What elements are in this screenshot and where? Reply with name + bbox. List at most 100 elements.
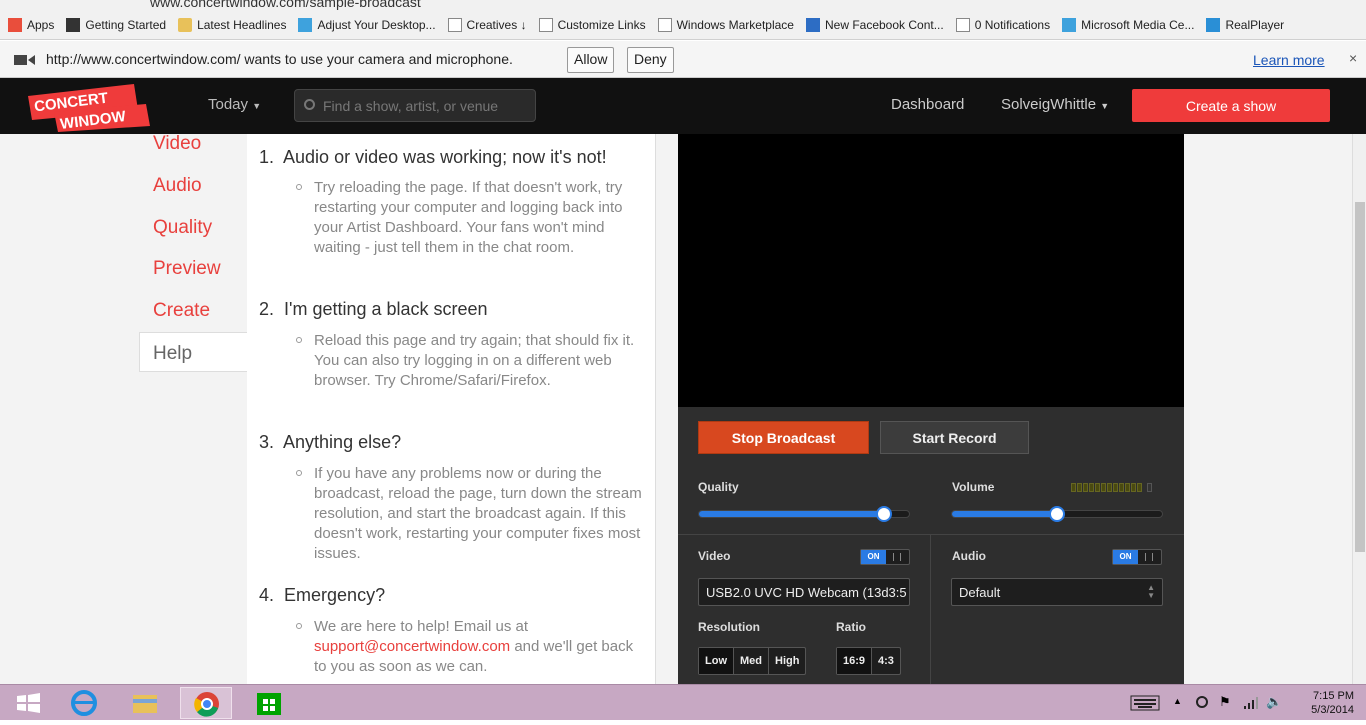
volume-slider-handle[interactable] <box>1049 506 1065 522</box>
sidebar-item-help[interactable]: Help <box>139 332 249 372</box>
create-show-button[interactable]: Create a show <box>1132 89 1330 122</box>
quality-slider-handle[interactable] <box>876 506 892 522</box>
windows-store-icon[interactable] <box>243 687 295 719</box>
help-item-1-body: Try reloading the page. If that doesn't … <box>314 179 623 256</box>
volume-level-meter <box>1071 483 1152 492</box>
audio-source-value: Default <box>959 585 1001 600</box>
windows-logo-icon <box>17 693 40 713</box>
file-explorer-icon[interactable] <box>119 687 171 719</box>
audio-source-select[interactable]: Default ▲ ▼ <box>951 578 1163 606</box>
network-signal-icon[interactable] <box>1243 696 1259 710</box>
resolution-segmented-control: Low Med High <box>698 647 807 675</box>
system-clock[interactable]: 7:15 PM 5/3/2014 <box>1298 689 1354 717</box>
volume-slider[interactable] <box>951 506 1163 522</box>
start-record-button[interactable]: Start Record <box>880 421 1029 454</box>
url-text[interactable]: www.concertwindow.com/sample-broadcast <box>150 0 421 10</box>
user-menu[interactable]: SolveigWhittle ▼ <box>1001 96 1109 113</box>
volume-label: Volume <box>952 480 995 494</box>
internet-explorer-icon[interactable] <box>58 687 110 719</box>
allow-button[interactable]: Allow <box>567 47 615 73</box>
bookmark-item[interactable]: Customize Links <box>538 17 646 32</box>
quality-label: Quality <box>698 480 739 494</box>
video-source-select[interactable]: USB2.0 UVC HD Webcam (13d3:5 <box>698 578 910 606</box>
sidebar-item-quality[interactable]: Quality <box>153 217 212 239</box>
meter-segment <box>1119 483 1124 492</box>
meter-segment <box>1077 483 1082 492</box>
bookmark-item[interactable]: Apps <box>8 17 54 32</box>
bookmark-label: Customize Links <box>557 17 646 32</box>
page-scrollbar[interactable] <box>1352 134 1366 684</box>
bookmark-label: RealPlayer <box>1225 17 1285 32</box>
support-email-link[interactable]: support@concertwindow.com <box>314 638 510 655</box>
sidebar-item-preview[interactable]: Preview <box>153 258 221 280</box>
page-icon <box>447 17 462 32</box>
ratio-segmented-control: 16:9 4:3 <box>836 647 901 675</box>
search-placeholder: Find a show, artist, or venue <box>323 98 499 114</box>
folder-icon <box>178 17 193 32</box>
volume-speaker-icon[interactable]: 🔈 <box>1266 694 1282 710</box>
bookmark-item[interactable]: 0 Notifications <box>955 17 1050 32</box>
address-bar[interactable]: www.concertwindow.com/sample-broadcast <box>0 0 1366 10</box>
help-item-1-title: 1. Audio or video was working; now it's … <box>259 147 607 167</box>
close-icon[interactable]: × <box>1349 50 1357 66</box>
bookmark-item[interactable]: Windows Marketplace <box>657 17 794 32</box>
sidebar-item-video[interactable]: Video <box>153 134 201 155</box>
sidebar-item-audio[interactable]: Audio <box>153 175 202 197</box>
camera-icon <box>14 55 35 65</box>
resolution-low-button[interactable]: Low <box>699 648 734 674</box>
resolution-high-button[interactable]: High <box>769 648 805 674</box>
keyboard-icon[interactable] <box>1130 695 1160 711</box>
sidebar-item-create[interactable]: Create <box>153 300 210 322</box>
bookmark-item[interactable]: Adjust Your Desktop... <box>298 17 436 32</box>
ratio-4-3-button[interactable]: 4:3 <box>872 648 900 674</box>
tray-app-icon[interactable] <box>1196 696 1208 708</box>
audio-toggle-on: ON <box>1113 550 1138 564</box>
page-icon <box>538 17 553 32</box>
broadcast-panel: Stop Broadcast Start Record Quality Volu… <box>678 134 1184 684</box>
show-hidden-icons-icon[interactable]: ▲ <box>1173 696 1182 706</box>
video-toggle[interactable]: ON <box>860 549 910 565</box>
resolution-med-button[interactable]: Med <box>734 648 769 674</box>
search-icon <box>304 99 315 110</box>
action-center-flag-icon[interactable]: ⚑ <box>1219 694 1231 710</box>
bookmark-item[interactable]: Getting Started <box>66 17 166 32</box>
bookmark-item[interactable]: Creatives ↓ <box>447 17 527 32</box>
help-item-3-title: 3. Anything else? <box>259 432 402 452</box>
scrollbar-thumb[interactable] <box>1355 202 1365 552</box>
sidebar-item-help-label: Help <box>153 343 193 364</box>
help-item-4-title: 4. Emergency? <box>259 585 386 605</box>
magnifier-icon <box>805 17 820 32</box>
ratio-16-9-button[interactable]: 16:9 <box>837 648 873 674</box>
audio-toggle[interactable]: ON <box>1112 549 1162 565</box>
today-label: Today <box>208 96 249 113</box>
meter-segment <box>1147 483 1152 492</box>
bullet-icon <box>296 623 302 629</box>
today-dropdown[interactable]: Today ▼ <box>208 96 261 113</box>
bookmark-label: Latest Headlines <box>197 17 287 32</box>
bullet-icon <box>296 184 302 190</box>
stop-broadcast-button[interactable]: Stop Broadcast <box>698 421 869 454</box>
help-article: 1. Audio or video was working; now it's … <box>247 134 656 684</box>
m-logo-icon <box>66 17 81 32</box>
quality-slider[interactable] <box>698 506 910 522</box>
deny-button[interactable]: Deny <box>627 47 674 73</box>
help-item-2-body: Reload this page and try again; that sho… <box>314 332 635 389</box>
bookmark-item[interactable]: Latest Headlines <box>178 17 287 32</box>
bookmark-label: Microsoft Media Ce... <box>1081 17 1195 32</box>
meter-segment <box>1107 483 1112 492</box>
site-navbar: CONCERT WINDOW Today ▼ Find a show, arti… <box>0 78 1366 134</box>
chrome-icon[interactable] <box>180 687 232 719</box>
learn-more-link[interactable]: Learn more <box>1253 52 1325 68</box>
apps-grid-icon <box>8 17 22 32</box>
bullet-icon <box>296 470 302 476</box>
start-button[interactable] <box>2 687 54 719</box>
bookmark-item[interactable]: New Facebook Cont... <box>805 17 944 32</box>
bookmark-item[interactable]: RealPlayer <box>1206 17 1285 32</box>
concert-window-logo[interactable]: CONCERT WINDOW <box>24 82 152 133</box>
dashboard-link[interactable]: Dashboard <box>891 96 964 113</box>
windows-taskbar: ▲ ⚑ 🔈 7:15 PM 5/3/2014 <box>0 684 1366 720</box>
meter-segment <box>1131 483 1136 492</box>
meter-segment <box>1113 483 1118 492</box>
bookmark-item[interactable]: Microsoft Media Ce... <box>1062 17 1195 32</box>
search-input[interactable]: Find a show, artist, or venue <box>294 89 536 122</box>
